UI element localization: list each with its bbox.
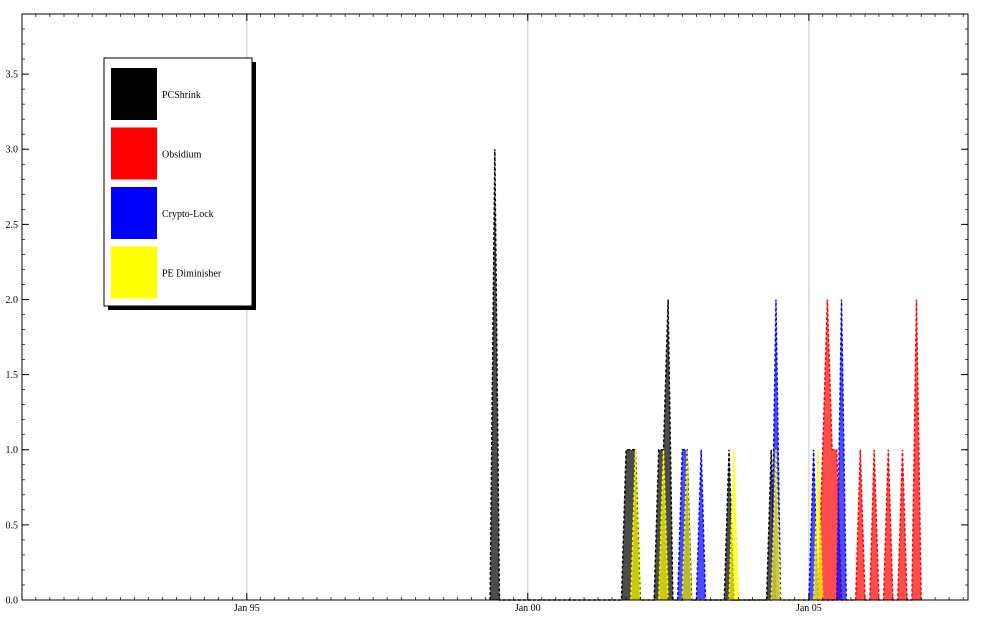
y-tick-label: 3.5: [6, 70, 19, 81]
legend-label: PE Diminisher: [162, 269, 222, 280]
y-tick-label: 1.0: [6, 445, 19, 456]
legend-swatch: [111, 246, 157, 299]
legend-label: Crypto-Lock: [162, 209, 214, 220]
y-tick-label: 2.5: [6, 220, 19, 231]
y-tick-label: 1.5: [6, 370, 19, 381]
grid-lines: [246, 14, 810, 600]
y-tick-label: 0.5: [6, 520, 19, 531]
area-chart: Jan 95 Jan 00 Jan 05 0.0 0.5 1.0 1.5 2.0 2.5 3.0 3…: [6, 13, 969, 614]
x-tick-label: Jan 95: [234, 603, 260, 614]
x-tick-label: Jan 00: [515, 603, 541, 614]
y-tick-label: 2.0: [6, 295, 19, 306]
legend: PCShrink Obsidium Crypto-Lock PE Diminisher: [103, 57, 256, 310]
legend-swatch: [111, 127, 157, 180]
legend-label: Obsidium: [162, 150, 202, 161]
legend-swatch: [111, 68, 157, 120]
legend-swatch: [111, 187, 157, 239]
x-tick-label: Jan 05: [796, 603, 822, 614]
legend-label: PCShrink: [162, 90, 201, 101]
y-tick-label: 3.0: [6, 145, 19, 156]
y-tick-label: 0.0: [6, 596, 19, 607]
